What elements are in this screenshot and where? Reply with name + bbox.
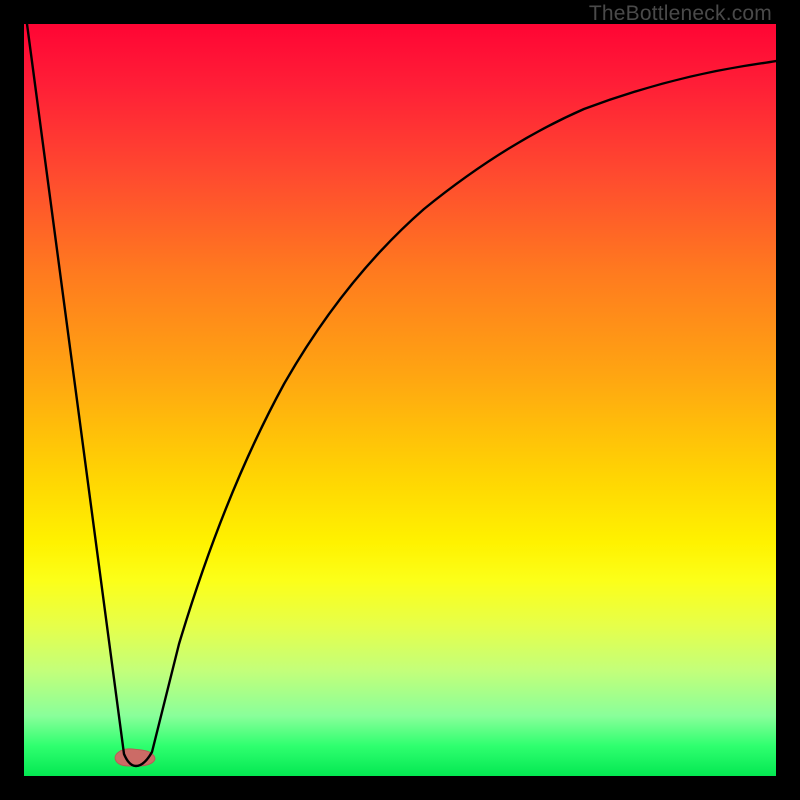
marker-icon — [115, 749, 155, 766]
chart-svg — [24, 24, 776, 776]
watermark-text: TheBottleneck.com — [589, 2, 772, 26]
curve-line — [27, 24, 776, 766]
chart-frame: TheBottleneck.com — [0, 0, 800, 800]
plot-area — [24, 24, 776, 776]
